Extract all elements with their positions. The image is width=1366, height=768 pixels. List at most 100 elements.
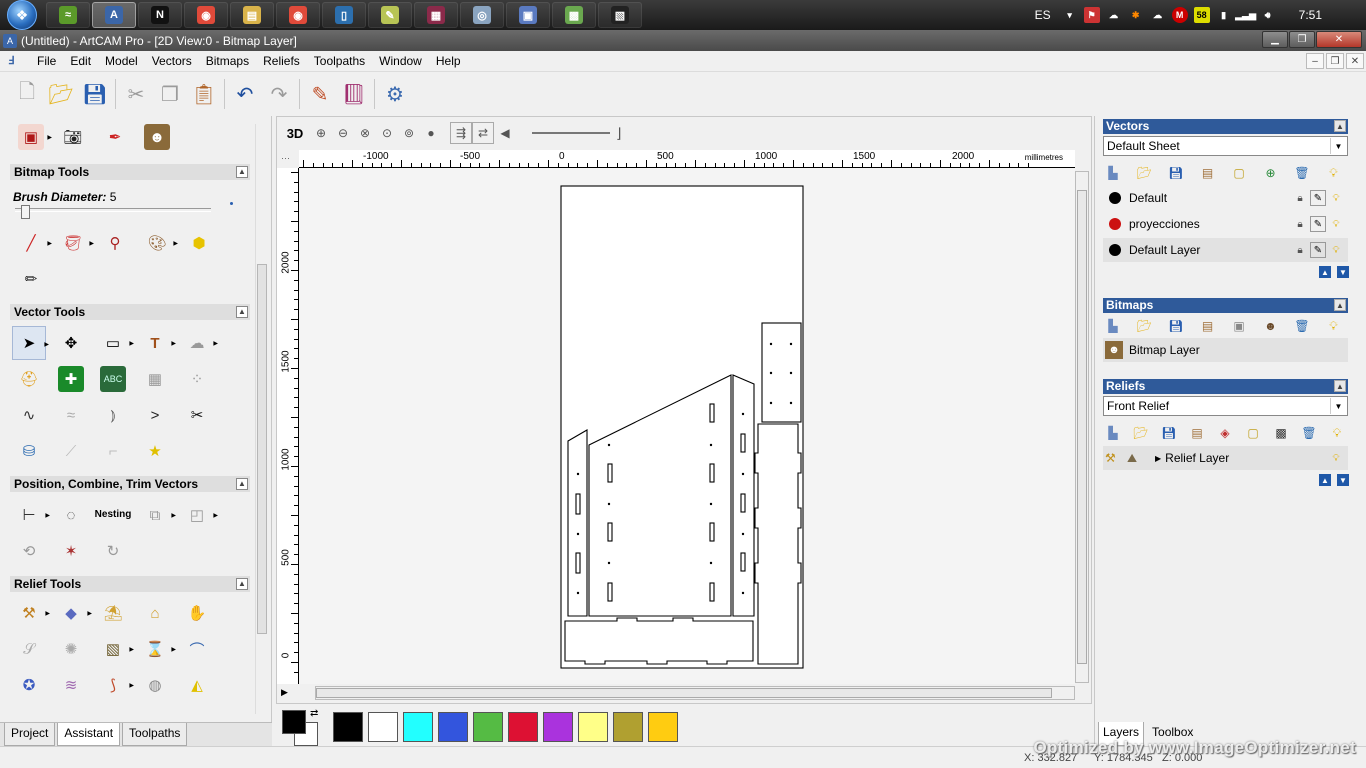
visibility-bulb-icon[interactable]: 💡︎ bbox=[1324, 163, 1344, 183]
relief-tools-header[interactable]: Relief Tools ▲ bbox=[10, 576, 250, 592]
zoom-slider-track[interactable] bbox=[532, 132, 610, 134]
bitmap-layer-row[interactable]: ☻ Bitmap Layer bbox=[1103, 338, 1348, 362]
vector-tools-header[interactable]: Vector Tools ▲ bbox=[10, 304, 250, 320]
color-swatch[interactable] bbox=[438, 712, 468, 742]
menu-reliefs[interactable]: Reliefs bbox=[256, 54, 307, 68]
open-folder-icon[interactable]: 📂︎ bbox=[44, 77, 78, 111]
zoom-slider-thumb[interactable]: ⌋ bbox=[616, 125, 621, 142]
bitmap-tools-header[interactable]: Bitmap Tools ▲ bbox=[10, 164, 250, 180]
menu-model[interactable]: Model bbox=[98, 54, 145, 68]
close-button[interactable]: ✕ bbox=[1316, 31, 1362, 48]
plane-tool[interactable]: ◆ ▶ bbox=[54, 596, 92, 630]
menu-vectors[interactable]: Vectors bbox=[145, 54, 199, 68]
color-select-tool[interactable]: ⬢ bbox=[182, 226, 216, 260]
lightbulb-icon[interactable]: 💡︎ bbox=[1328, 216, 1344, 232]
edit-pen-icon[interactable]: ✎ bbox=[1310, 190, 1326, 206]
bitmap-to-vector-tool[interactable]: ⛑ bbox=[12, 362, 46, 396]
expand-arrow-icon[interactable]: ▶ bbox=[1155, 454, 1161, 463]
bitmap-visibility-icon[interactable]: 💡︎ bbox=[1324, 316, 1344, 336]
view-3d-button[interactable]: 3D bbox=[284, 122, 306, 144]
start-button[interactable]: ❖ bbox=[0, 0, 44, 30]
rectangle-tool[interactable]: ▭ ▶ bbox=[96, 326, 134, 360]
edit-pen-icon[interactable]: ✎ bbox=[1310, 242, 1326, 258]
layer-properties-icon[interactable]: ▢ bbox=[1229, 163, 1249, 183]
cloud-icon[interactable]: ☁ bbox=[1150, 7, 1166, 23]
color-swatch[interactable] bbox=[368, 712, 398, 742]
pyramid-tool[interactable]: ◭ bbox=[180, 668, 214, 702]
zoom-out-icon[interactable]: ⊖ bbox=[332, 122, 354, 144]
delete-bitmap-icon[interactable]: 🗑︎ bbox=[1292, 316, 1312, 336]
new-layer-icon[interactable]: ▙ bbox=[1103, 163, 1123, 183]
brush-diameter-slider-thumb[interactable] bbox=[21, 205, 30, 219]
vector-sheet-select[interactable]: Default Sheet ▼ bbox=[1103, 136, 1348, 156]
swirl-tool[interactable]: 𝒮 bbox=[12, 632, 46, 666]
doc-minimize-button[interactable]: – bbox=[1306, 53, 1324, 69]
hand-tool[interactable]: ✋ bbox=[180, 596, 214, 630]
battery-icon[interactable]: ▮ bbox=[1216, 7, 1232, 23]
move-relief-up-icon[interactable]: ▲ bbox=[1319, 474, 1331, 486]
text-block-tool[interactable]: ABC bbox=[96, 362, 130, 396]
merge-layer-icon[interactable]: ▤ bbox=[1198, 163, 1218, 183]
curve-tool[interactable]: ∿ bbox=[12, 398, 46, 432]
rotate-tool[interactable]: ⟲ bbox=[12, 534, 46, 568]
view-vertical-scrollbar[interactable] bbox=[1075, 171, 1089, 683]
texture-tool[interactable]: ▧ ▶ bbox=[96, 632, 134, 666]
relief-star-tool[interactable]: ✪ bbox=[12, 668, 46, 702]
save-icon[interactable]: 💾︎ bbox=[78, 77, 112, 111]
new-file-icon[interactable]: 🗋 bbox=[10, 77, 44, 111]
text-tool[interactable]: T ▶ bbox=[138, 326, 176, 360]
transform-tool[interactable]: ✥ bbox=[54, 326, 88, 360]
collapse-icon[interactable]: ▲ bbox=[236, 166, 248, 178]
scissors-tool[interactable]: ✂ bbox=[180, 398, 214, 432]
eyedropper-tool[interactable]: ⚲ bbox=[98, 226, 132, 260]
scroll-left-arrow[interactable]: ▶ bbox=[281, 687, 288, 698]
lightbulb-icon[interactable]: 💡︎ bbox=[1328, 450, 1344, 466]
taskbar-app-notefx[interactable]: N bbox=[138, 2, 182, 28]
relief-layer-row[interactable]: ⚒ ⛰ ▶ Relief Layer 💡︎ bbox=[1103, 446, 1348, 470]
merge-bitmap-icon[interactable]: ▤ bbox=[1198, 316, 1218, 336]
maximize-button[interactable]: ❐ bbox=[1289, 31, 1315, 48]
left-panel-scrollbar[interactable] bbox=[255, 124, 267, 714]
color-swatch[interactable] bbox=[613, 712, 643, 742]
move-relief-down-icon[interactable]: ▼ bbox=[1337, 474, 1349, 486]
tray-badge[interactable]: 58 bbox=[1193, 7, 1210, 23]
move-layer-down-icon[interactable]: ▼ bbox=[1337, 266, 1349, 278]
doc-close-button[interactable]: ✕ bbox=[1346, 53, 1364, 69]
undo-icon[interactable]: ↶ bbox=[228, 77, 262, 111]
view-vscroll-thumb[interactable] bbox=[1077, 190, 1087, 664]
layer-color-dot[interactable] bbox=[1109, 192, 1121, 204]
knot-tool[interactable]: ✺ bbox=[54, 632, 88, 666]
move-layer-up-icon[interactable]: ▲ bbox=[1319, 266, 1331, 278]
toggle-layer-icon[interactable]: ⇶ bbox=[450, 122, 472, 144]
cut-icon[interactable]: ✂ bbox=[119, 77, 153, 111]
bitmaps-header[interactable]: Bitmaps ▲ bbox=[1103, 298, 1348, 313]
zoom-in-icon[interactable]: ⊕ bbox=[310, 122, 332, 144]
save-relief-icon[interactable]: 💾︎ bbox=[1159, 423, 1179, 443]
view-toggle-icon[interactable]: ◀ bbox=[494, 122, 516, 144]
taskbar-app-winrar[interactable]: ▦ bbox=[414, 2, 458, 28]
zoom-previous-icon[interactable]: ⊙ bbox=[376, 122, 398, 144]
model-size-tool[interactable]: ▣ ▶ bbox=[14, 120, 52, 154]
taskbar-app-artcam[interactable]: A bbox=[92, 2, 136, 28]
taskbar-app-app-net[interactable]: ▣ bbox=[506, 2, 550, 28]
menu-help[interactable]: Help bbox=[429, 54, 468, 68]
layer-color-dot[interactable] bbox=[1109, 218, 1121, 230]
taskbar-app-explorer[interactable]: ▤ bbox=[230, 2, 274, 28]
relief-stack-icon[interactable]: ◈ bbox=[1215, 423, 1235, 443]
cloud-upload-icon[interactable]: ☁ bbox=[1106, 7, 1122, 23]
save-bitmap-icon[interactable]: 💾︎ bbox=[1166, 316, 1186, 336]
taskbar-app-app-film[interactable]: ▧ bbox=[598, 2, 642, 28]
lightbulb-icon[interactable]: 💡︎ bbox=[1328, 242, 1344, 258]
new-bitmap-icon[interactable]: ▙ bbox=[1103, 316, 1123, 336]
circle-copy-tool[interactable]: ◌ bbox=[54, 498, 88, 532]
delete-layer-icon[interactable]: 🗑︎ bbox=[1292, 163, 1312, 183]
lock-icon[interactable]: 🔒︎ bbox=[1292, 216, 1308, 232]
mcafee-icon[interactable]: M bbox=[1171, 7, 1188, 23]
fill-tool[interactable]: 🪣︎ ▶ bbox=[56, 226, 94, 260]
menu-bitmaps[interactable]: Bitmaps bbox=[199, 54, 256, 68]
collapse-icon[interactable]: ▲ bbox=[1334, 380, 1346, 392]
color-swatch[interactable] bbox=[333, 712, 363, 742]
open-relief-icon[interactable]: 📂︎ bbox=[1131, 423, 1151, 443]
volume-icon[interactable]: 🔊︎ bbox=[1260, 7, 1276, 23]
zoom-window-icon[interactable]: ⊗ bbox=[354, 122, 376, 144]
